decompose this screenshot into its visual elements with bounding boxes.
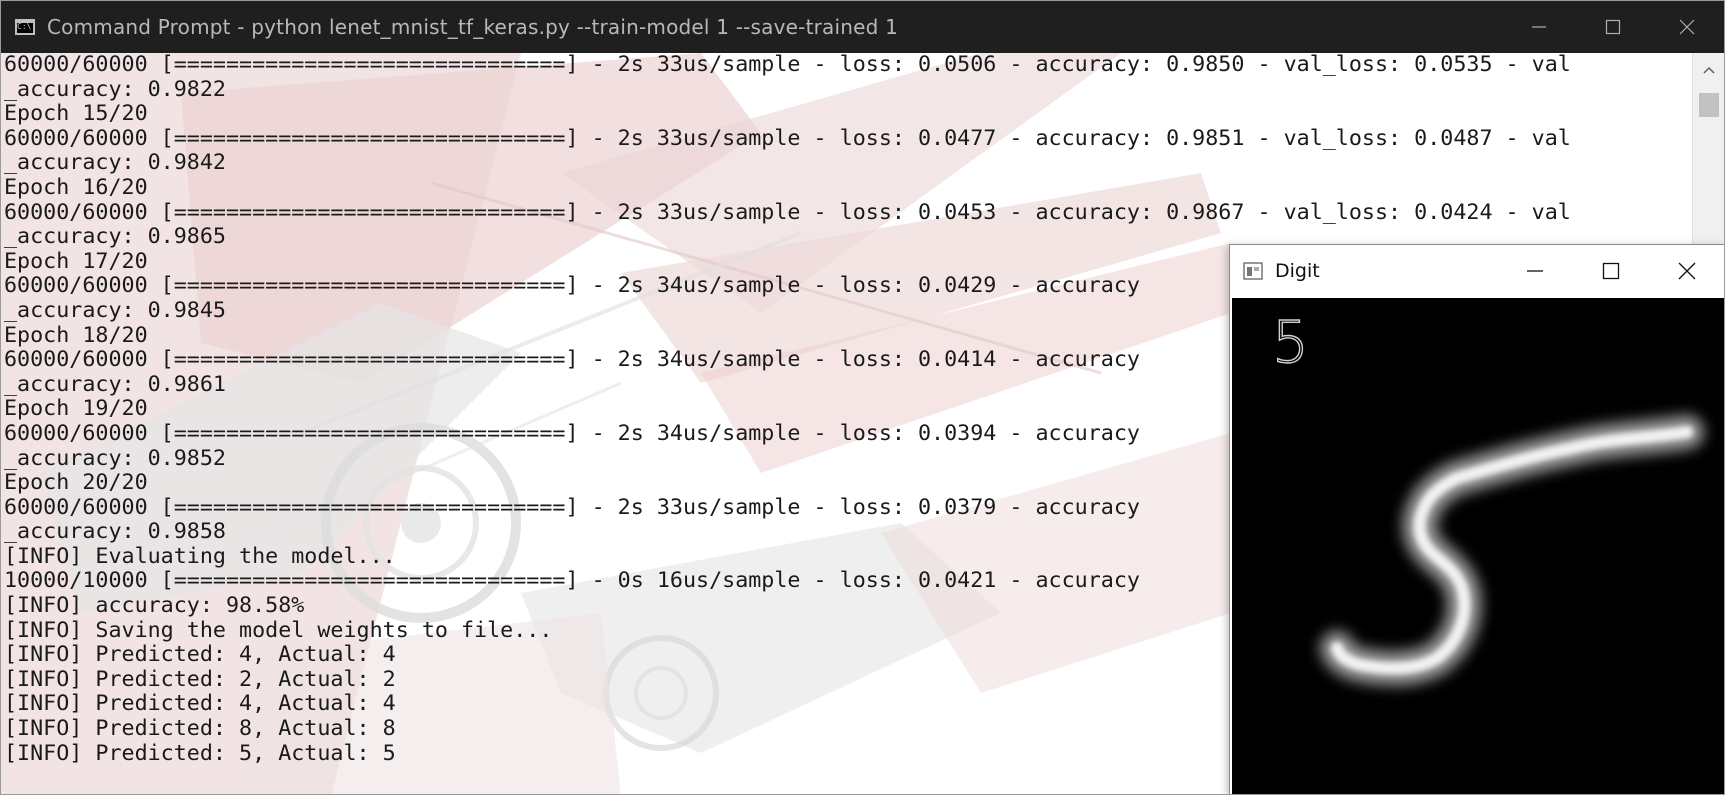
cmd-icon-text: C:\.: [17, 22, 37, 31]
digit-minimize-button[interactable]: [1497, 245, 1573, 297]
console-line: 60000/60000 [===========================…: [4, 53, 1571, 77]
digit-window-controls: [1497, 245, 1724, 297]
console-line: _accuracy: 0.9822: [4, 76, 226, 102]
scroll-thumb[interactable]: [1699, 93, 1719, 117]
image-window-icon: [1243, 262, 1263, 280]
chevron-up-icon: [1703, 66, 1715, 74]
digit-close-button[interactable]: [1649, 245, 1724, 297]
digit-window-title: Digit: [1275, 260, 1320, 282]
window-title: Command Prompt - python lenet_mnist_tf_k…: [47, 15, 899, 39]
digit-titlebar[interactable]: Digit: [1230, 245, 1724, 297]
minimize-icon: [1532, 26, 1546, 28]
console-line: 60000/60000 [===========================…: [4, 125, 1571, 151]
close-icon: [1679, 19, 1695, 35]
console-line: _accuracy: 0.9842: [4, 150, 226, 176]
cmd-icon: C:\.: [15, 19, 37, 35]
scroll-up-button[interactable]: [1693, 53, 1724, 87]
minimize-button[interactable]: [1502, 1, 1576, 53]
handwritten-digit-image: [1320, 415, 1704, 686]
minimize-icon: [1527, 270, 1543, 272]
digit-window: Digit 5: [1229, 244, 1724, 794]
console-titlebar[interactable]: C:\. Command Prompt - python lenet_mnist…: [1, 1, 1724, 53]
maximize-button[interactable]: [1576, 1, 1650, 53]
console-line: 60000/60000 [===========================…: [4, 199, 1571, 225]
digit-image-canvas: 5: [1232, 298, 1724, 794]
close-button[interactable]: [1650, 1, 1724, 53]
close-icon: [1678, 262, 1696, 280]
console-line: Epoch 15/20: [4, 101, 148, 127]
console-line: Epoch 16/20: [4, 174, 148, 200]
window-controls: [1502, 1, 1724, 53]
maximize-icon: [1602, 262, 1620, 280]
command-prompt-window: C:\. Command Prompt - python lenet_mnist…: [0, 0, 1725, 795]
digit-maximize-button[interactable]: [1573, 245, 1649, 297]
maximize-icon: [1605, 19, 1621, 35]
